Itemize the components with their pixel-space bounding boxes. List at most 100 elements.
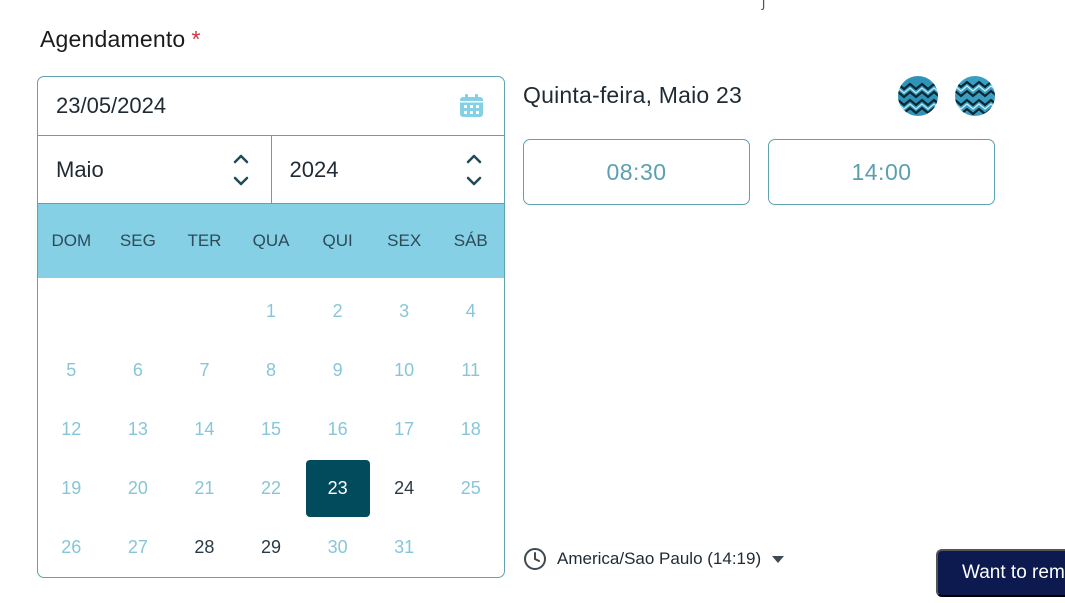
calendar-day-number: 26 xyxy=(61,537,82,557)
calendar-day-number: 9 xyxy=(332,360,343,380)
promo-button[interactable]: Want to rem xyxy=(936,549,1065,597)
calendar-day: 3 xyxy=(371,282,438,341)
calendar-week-row: 5 6 7 8 9 10 11 xyxy=(38,341,504,400)
calendar-day: 20 xyxy=(105,459,172,518)
calendar-day: 13 xyxy=(105,400,172,459)
calendar-day-empty xyxy=(171,282,238,341)
calendar-day: 8 xyxy=(238,341,305,400)
calendar-day: 19 xyxy=(38,459,105,518)
calendar-day-number: 12 xyxy=(61,419,82,439)
avatar xyxy=(898,76,938,116)
weekday-label: SEG xyxy=(119,231,156,250)
calendar-week-row: 19 20 21 22 23 24 25 xyxy=(38,459,504,518)
avatar xyxy=(955,76,995,116)
timezone-label: America/Sao Paulo (14:19) xyxy=(557,549,762,568)
time-slot-button[interactable]: 08:30 xyxy=(523,139,750,205)
calendar-day: 30 xyxy=(304,518,371,577)
calendar-day: 10 xyxy=(371,341,438,400)
weekday-label: TER xyxy=(187,231,222,250)
calendar-day-empty xyxy=(437,518,504,577)
calendar-day-number: 14 xyxy=(194,419,215,439)
calendar-day-number: 22 xyxy=(261,478,282,498)
date-input[interactable] xyxy=(56,93,436,119)
calendar-day-number: 19 xyxy=(61,478,82,498)
calendar-week-row: 26 27 28 29 30 31 xyxy=(38,518,504,577)
calendar-day: 7 xyxy=(171,341,238,400)
calendar-day: 15 xyxy=(238,400,305,459)
calendar-day-number: 20 xyxy=(127,478,148,498)
calendar-day: 12 xyxy=(38,400,105,459)
calendar-day-number: 18 xyxy=(460,419,481,439)
calendar-day[interactable]: 24 xyxy=(371,459,438,518)
field-label-text: Agendamento xyxy=(40,26,186,52)
calendar-day-number: 5 xyxy=(66,360,77,380)
calendar-day-number: 4 xyxy=(465,301,476,321)
year-select-value: 2024 xyxy=(289,156,339,182)
calendar-day-number: 17 xyxy=(394,419,415,439)
calendar-week-row: 12 13 14 15 16 17 18 xyxy=(38,400,504,459)
calendar-day-number: 16 xyxy=(327,419,348,439)
calendar-day-number: 28 xyxy=(194,537,215,557)
weekday-label: SEX xyxy=(387,231,422,250)
calendar-day-empty xyxy=(105,282,172,341)
clock-icon xyxy=(524,548,546,570)
month-select[interactable]: Maio xyxy=(38,136,271,203)
chevron-up-down-icon[interactable] xyxy=(464,151,484,189)
calendar-day: 31 xyxy=(371,518,438,577)
calendar-day-number: 31 xyxy=(394,537,415,557)
caret-down-icon xyxy=(772,556,785,563)
calendar-day-number: 2 xyxy=(332,301,343,321)
calendar-day: 5 xyxy=(38,341,105,400)
year-select[interactable]: 2024 xyxy=(270,136,505,203)
calendar-day: 6 xyxy=(105,341,172,400)
date-picker: Maio 2024 DOM SEG TER QUA QUI SEX SÁB 12… xyxy=(37,76,505,578)
calendar-day-number: 23 xyxy=(305,460,370,517)
calendar-day: 4 xyxy=(437,282,504,341)
calendar-day[interactable]: 29 xyxy=(238,518,305,577)
calendar-day-number: 3 xyxy=(399,301,410,321)
day-grid: 1 2 3 4 5 6 7 8 9 10 11 12 13 14 15 16 17 18 19 20 21 22 23 24 2… xyxy=(38,278,504,577)
month-year-row: Maio 2024 xyxy=(38,136,504,204)
calendar-day: 2 xyxy=(304,282,371,341)
weekday-label: QUI xyxy=(322,231,353,250)
calendar-day-number: 6 xyxy=(132,360,143,380)
calendar-day: 9 xyxy=(304,341,371,400)
calendar-day: 27 xyxy=(105,518,172,577)
calendar-day: 21 xyxy=(171,459,238,518)
calendar-day-number: 13 xyxy=(127,419,148,439)
calendar-day: 1 xyxy=(238,282,305,341)
selected-day-heading: Quinta-feira, Maio 23 xyxy=(523,82,742,108)
calendar-day-number: 8 xyxy=(266,360,277,380)
calendar-day: 17 xyxy=(371,400,438,459)
chevron-up-down-icon[interactable] xyxy=(231,151,251,189)
time-slot-button[interactable]: 14:00 xyxy=(768,139,995,205)
calendar-day-number: 15 xyxy=(261,419,282,439)
calendar-day-number: 25 xyxy=(460,478,481,498)
calendar-day-number: 10 xyxy=(394,360,415,380)
calendar-day-number: 7 xyxy=(199,360,210,380)
month-select-value: Maio xyxy=(56,156,104,182)
calendar-day: 18 xyxy=(437,400,504,459)
date-input-row xyxy=(38,77,504,136)
calendar-day-number: 11 xyxy=(461,360,481,380)
promo-label: Want to rem xyxy=(962,562,1065,583)
calendar-day-number: 21 xyxy=(194,478,215,498)
weekday-label: QUA xyxy=(252,231,290,250)
weekday-label: SÁB xyxy=(453,231,488,250)
calendar-day-number: 30 xyxy=(327,537,348,557)
top-mark: ʃ xyxy=(762,0,766,10)
calendar-day: 22 xyxy=(238,459,305,518)
timezone-select[interactable]: America/Sao Paulo (14:19) xyxy=(523,547,785,571)
calendar-day-empty xyxy=(38,282,105,341)
calendar-day: 26 xyxy=(38,518,105,577)
weekday-header: DOM SEG TER QUA QUI SEX SÁB xyxy=(38,204,504,278)
calendar-day[interactable]: 28 xyxy=(171,518,238,577)
calendar-week-row: 1 2 3 4 xyxy=(38,282,504,341)
calendar-day: 11 xyxy=(437,341,504,400)
field-label: Agendamento * xyxy=(40,26,201,53)
calendar-day-number: 1 xyxy=(266,301,277,321)
calendar-day-number: 27 xyxy=(127,537,148,557)
calendar-icon[interactable] xyxy=(459,94,484,118)
calendar-day-selected[interactable]: 23 xyxy=(304,459,371,518)
calendar-day: 25 xyxy=(437,459,504,518)
